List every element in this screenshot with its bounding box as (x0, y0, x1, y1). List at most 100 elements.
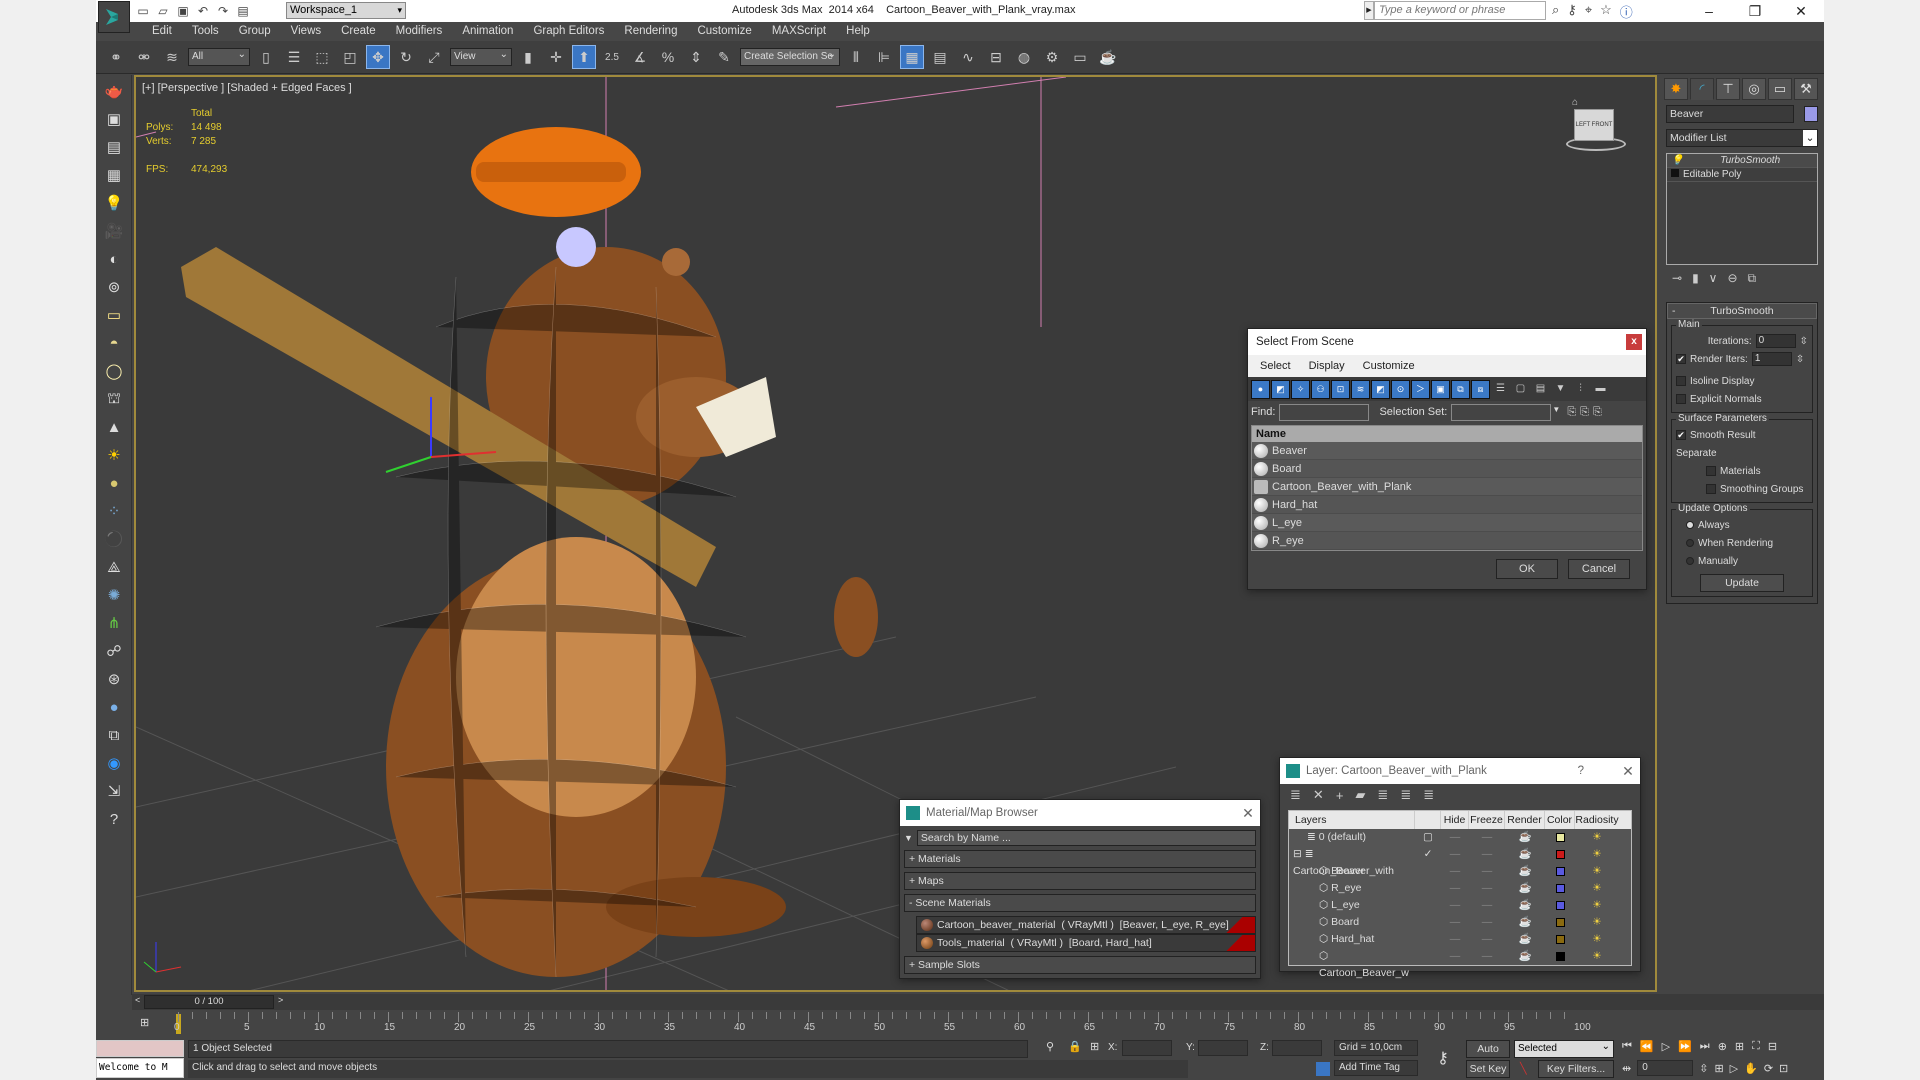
hidden-filter-icon[interactable]: ⧈ (1471, 379, 1490, 399)
z-coord-input[interactable] (1272, 1040, 1322, 1056)
current-layer-indicator[interactable] (1415, 863, 1441, 880)
hierarchy-tab-icon[interactable]: ⊤ (1716, 78, 1740, 100)
name-column-header[interactable]: Name (1252, 426, 1642, 442)
make-unique-icon[interactable]: ∨ (1709, 271, 1718, 286)
menu-graph-editors[interactable]: Graph Editors (523, 22, 614, 41)
reference-coord-dropdown[interactable]: View (450, 47, 512, 66)
select-in-layer-icon[interactable]: ▰ (1355, 787, 1365, 803)
menu-customize[interactable]: Customize (687, 22, 761, 41)
menu-help[interactable]: Help (836, 22, 880, 41)
create-layer-icon[interactable]: ≣ (1290, 787, 1301, 803)
layer-color-swatch[interactable] (1545, 829, 1575, 846)
hide-toggle[interactable]: — (1441, 931, 1469, 948)
material-sphere-icon[interactable]: ● (100, 695, 128, 719)
stack-item-turbosmooth[interactable]: 💡 TurboSmooth (1667, 154, 1817, 168)
list-item[interactable]: Cartoon_Beaver_with_Plank (1252, 478, 1642, 496)
menu-select[interactable]: Select (1260, 355, 1291, 377)
hide-toggle[interactable]: — (1441, 846, 1469, 863)
layer-row[interactable]: ⬡ L_eye — — ☕ ☀ (1289, 897, 1631, 914)
radiosity-icon[interactable]: ☀ (1575, 863, 1619, 880)
mesh-light-icon[interactable]: ⛫ (100, 387, 128, 411)
auto-key-button[interactable]: Auto Key (1466, 1040, 1510, 1071)
hide-all-layers-icon[interactable]: ≣ (1400, 787, 1411, 803)
maxscript-mini-listener[interactable]: Welcome to M (96, 1058, 184, 1078)
percent-snap-icon[interactable]: % (656, 45, 680, 69)
key-mode-toggle-icon[interactable]: ⇹ (1622, 1062, 1631, 1075)
material-assign-icon[interactable]: ⧉ (100, 723, 128, 747)
render-production-icon[interactable]: ☕ (1096, 45, 1120, 69)
smooth-result-checkbox[interactable]: ✔ (1676, 430, 1686, 440)
freeze-toggle[interactable]: — (1469, 880, 1505, 897)
viewcube-home-icon[interactable]: ⌂ (1572, 97, 1578, 108)
options-triangle-icon[interactable]: ▼ (904, 833, 913, 843)
shapes-filter-icon[interactable]: ◩ (1271, 379, 1290, 399)
iterations-spinner[interactable]: 0 (1755, 334, 1796, 348)
metaball-icon[interactable]: ⚫ (100, 527, 128, 551)
layer-color-swatch[interactable] (1545, 880, 1575, 897)
display-tab-icon[interactable]: ▭ (1768, 78, 1792, 100)
collapse-icon[interactable]: ⊟ (1293, 848, 1305, 860)
current-layer-indicator[interactable] (1415, 897, 1441, 914)
display-none-icon[interactable]: ▢ (1511, 380, 1530, 399)
menu-customize[interactable]: Customize (1363, 355, 1415, 377)
select-scale-icon[interactable]: ⤢ (422, 45, 446, 69)
window-crossing-icon[interactable]: ◰ (338, 45, 362, 69)
frame-spinner-icon[interactable]: ⇳ (1699, 1062, 1708, 1075)
material-item[interactable]: Cartoon_beaver_material ( VRayMtl ) [Bea… (916, 916, 1256, 934)
list-item[interactable]: R_eye (1252, 532, 1642, 550)
new-file-icon[interactable]: ▭ (136, 4, 150, 18)
project-folder-icon[interactable]: ▤ (236, 4, 250, 18)
freeze-all-layers-icon[interactable]: ≣ (1423, 787, 1434, 803)
explicit-normals-checkbox[interactable] (1676, 394, 1686, 404)
scene-explorer-icon[interactable]: ▦ (900, 45, 924, 69)
minimize-button[interactable]: – (1686, 0, 1732, 22)
radiosity-icon[interactable]: ☀ (1575, 829, 1619, 846)
col-freeze[interactable]: Freeze (1469, 811, 1505, 829)
hide-toggle[interactable]: — (1441, 829, 1469, 846)
dome-light-icon[interactable]: ◓ (100, 331, 128, 355)
create-tab-icon[interactable]: ✸ (1664, 78, 1688, 100)
material-editor-icon[interactable]: ◍ (1012, 45, 1036, 69)
mirror-icon[interactable]: ⫴ (844, 45, 868, 69)
curve-editor-mini-icon[interactable]: ⊞ (140, 1016, 149, 1029)
keyboard-shortcut-override-icon[interactable]: ⬆ (572, 45, 596, 69)
hide-toggle[interactable]: — (1441, 914, 1469, 931)
fov-icon[interactable]: ▷ (1730, 1062, 1738, 1075)
spot-camera-icon[interactable]: ◐ (100, 247, 128, 271)
separate-smoothing-checkbox[interactable] (1706, 484, 1716, 494)
select-set-icon[interactable]: ⎘ (1567, 406, 1576, 419)
schematic-view-icon[interactable]: ⊟ (984, 45, 1008, 69)
radiosity-icon[interactable]: ☀ (1575, 846, 1619, 863)
stack-item-editable-poly[interactable]: Editable Poly (1667, 168, 1817, 182)
zoom-all-icon[interactable]: ⊞ (1735, 1040, 1744, 1053)
columns-icon[interactable]: ▬ (1591, 380, 1610, 399)
object-name-field[interactable]: Beaver (1666, 105, 1794, 123)
layer-color-swatch[interactable] (1545, 914, 1575, 931)
y-coord-input[interactable] (1198, 1040, 1248, 1056)
freeze-toggle[interactable]: — (1469, 948, 1505, 965)
proxy-icon[interactable]: ⟁ (100, 555, 128, 579)
layer-row[interactable]: ⬡ Beaver — — ☕ ☀ (1289, 863, 1631, 880)
selection-material-icon[interactable]: ◉ (100, 751, 128, 775)
layer-row[interactable]: ⬡ Hard_hat — — ☕ ☀ (1289, 931, 1631, 948)
beaver-model[interactable] (181, 127, 878, 977)
selection-set-dropdown[interactable]: ▼ (1451, 403, 1560, 421)
teapot-icon[interactable]: 🫖 (100, 79, 128, 103)
selection-filter-dropdown[interactable]: All (188, 47, 250, 66)
delete-layer-icon[interactable]: ✕ (1313, 787, 1324, 803)
select-manipulate-icon[interactable]: ✛ (544, 45, 568, 69)
radiosity-icon[interactable]: ☀ (1575, 914, 1619, 931)
panel-grid-icon[interactable]: ▦ (100, 163, 128, 187)
section-scene-materials[interactable]: - Scene Materials (904, 894, 1256, 912)
time-tag-icon[interactable] (1316, 1062, 1330, 1076)
key-mode-dropdown[interactable]: Selected (1514, 1039, 1614, 1058)
find-input[interactable] (1279, 403, 1370, 421)
current-layer-indicator[interactable] (1415, 948, 1441, 965)
app-menu-button[interactable] (98, 1, 130, 33)
col-radiosity[interactable]: Radiosity (1575, 811, 1619, 829)
hide-toggle[interactable]: — (1441, 863, 1469, 880)
current-layer-indicator[interactable] (1415, 931, 1441, 948)
freeze-toggle[interactable]: — (1469, 931, 1505, 948)
rect-selection-icon[interactable]: ⬚ (310, 45, 334, 69)
spacewarps-filter-icon[interactable]: ≋ (1351, 379, 1370, 399)
